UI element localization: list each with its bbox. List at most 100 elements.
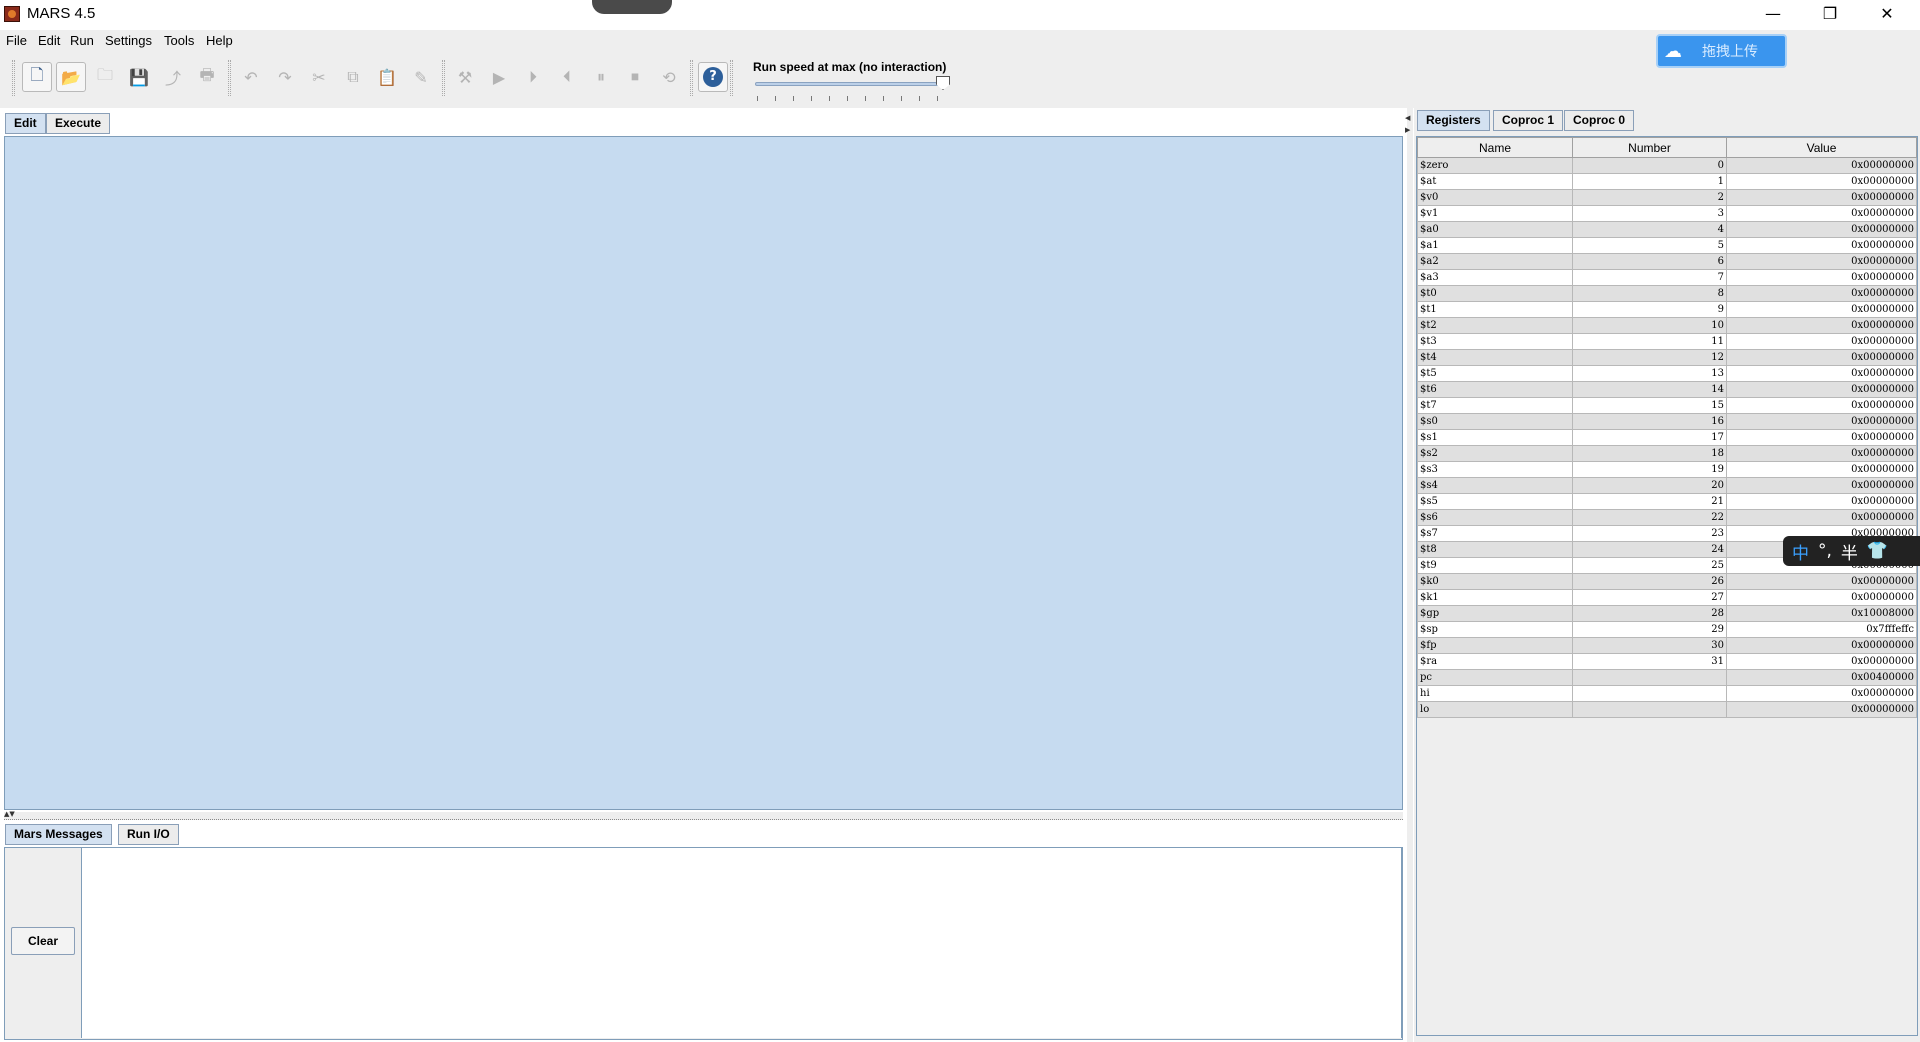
- register-value-cell[interactable]: 0x00000000: [1726, 413, 1917, 430]
- register-value-cell[interactable]: 0x00000000: [1726, 685, 1917, 702]
- divider-collapse-arrows-icon[interactable]: ▲▼: [4, 810, 15, 818]
- ime-chinese-mode-icon[interactable]: 中: [1792, 539, 1809, 564]
- paste-button[interactable]: 📋: [372, 62, 402, 92]
- table-row[interactable]: $s3 19 0x00000000: [1417, 461, 1917, 478]
- tab-coproc-0[interactable]: Coproc 0: [1564, 110, 1635, 131]
- split-arrows-icon[interactable]: ◀ ▶: [1405, 112, 1410, 136]
- register-value-cell[interactable]: 0x00000000: [1726, 397, 1917, 414]
- split-divider[interactable]: [4, 812, 1403, 820]
- table-row[interactable]: $s5 21 0x00000000: [1417, 493, 1917, 510]
- new-file-button[interactable]: 🗋: [22, 62, 52, 92]
- ime-toolbar[interactable]: 中 °, 半 👕: [1783, 536, 1920, 566]
- register-value-cell[interactable]: 0x00000000: [1726, 301, 1917, 318]
- menu-edit[interactable]: Edit: [38, 33, 60, 48]
- assemble-button[interactable]: ⚒: [450, 62, 480, 92]
- menu-run[interactable]: Run: [70, 33, 94, 48]
- table-row[interactable]: pc 0x00400000: [1417, 669, 1917, 686]
- upload-badge[interactable]: ☁ 拖拽上传: [1656, 34, 1787, 68]
- table-row[interactable]: $a1 5 0x00000000: [1417, 237, 1917, 254]
- messages-text-area[interactable]: [81, 848, 1402, 1038]
- table-row[interactable]: $s0 16 0x00000000: [1417, 413, 1917, 430]
- undo-button[interactable]: ↶: [236, 62, 266, 92]
- register-value-cell[interactable]: 0x7fffeffc: [1726, 621, 1917, 638]
- register-value-cell[interactable]: 0x00000000: [1726, 381, 1917, 398]
- tab-execute[interactable]: Execute: [46, 113, 111, 134]
- register-value-cell[interactable]: 0x00000000: [1726, 157, 1917, 174]
- step-button[interactable]: ⏵: [518, 62, 548, 92]
- table-row[interactable]: $t6 14 0x00000000: [1417, 381, 1917, 398]
- table-row[interactable]: $sp 29 0x7fffeffc: [1417, 621, 1917, 638]
- table-row[interactable]: $gp 28 0x10008000: [1417, 605, 1917, 622]
- menu-settings[interactable]: Settings: [105, 33, 152, 48]
- register-value-cell[interactable]: 0x00000000: [1726, 637, 1917, 654]
- table-row[interactable]: $k0 26 0x00000000: [1417, 573, 1917, 590]
- column-header-value[interactable]: Value: [1726, 137, 1917, 158]
- close-file-button[interactable]: 🗀: [90, 62, 120, 92]
- register-value-cell[interactable]: 0x00000000: [1726, 701, 1917, 718]
- cut-button[interactable]: ✂: [304, 62, 334, 92]
- vertical-split-divider[interactable]: [1407, 108, 1413, 1042]
- register-value-cell[interactable]: 0x00000000: [1726, 269, 1917, 286]
- tab-run-io[interactable]: Run I/O: [118, 824, 179, 845]
- table-row[interactable]: $ra 31 0x00000000: [1417, 653, 1917, 670]
- register-value-cell[interactable]: 0x00000000: [1726, 461, 1917, 478]
- table-row[interactable]: $k1 27 0x00000000: [1417, 589, 1917, 606]
- table-row[interactable]: $t5 13 0x00000000: [1417, 365, 1917, 382]
- register-value-cell[interactable]: 0x00000000: [1726, 205, 1917, 222]
- help-button[interactable]: ?: [698, 62, 728, 92]
- print-button[interactable]: 🖶: [192, 62, 222, 92]
- register-value-cell[interactable]: 0x00000000: [1726, 653, 1917, 670]
- register-value-cell[interactable]: 0x00000000: [1726, 573, 1917, 590]
- register-value-cell[interactable]: 0x00000000: [1726, 445, 1917, 462]
- stop-button[interactable]: ⏹: [620, 62, 650, 92]
- table-row[interactable]: $s1 17 0x00000000: [1417, 429, 1917, 446]
- column-header-number[interactable]: Number: [1572, 137, 1727, 158]
- menu-help[interactable]: Help: [206, 33, 233, 48]
- editor-pane[interactable]: [4, 136, 1403, 810]
- table-row[interactable]: $fp 30 0x00000000: [1417, 637, 1917, 654]
- tab-mars-messages[interactable]: Mars Messages: [5, 824, 112, 845]
- register-value-cell[interactable]: 0x00000000: [1726, 253, 1917, 270]
- tab-coproc-1[interactable]: Coproc 1: [1493, 110, 1564, 131]
- tab-edit[interactable]: Edit: [5, 113, 46, 134]
- register-value-cell[interactable]: 0x00000000: [1726, 589, 1917, 606]
- register-value-cell[interactable]: 0x00000000: [1726, 493, 1917, 510]
- minimize-button[interactable]: —: [1744, 0, 1802, 30]
- ime-halfwidth-icon[interactable]: 半: [1841, 539, 1858, 564]
- open-file-button[interactable]: 📂: [56, 62, 86, 92]
- register-value-cell[interactable]: 0x00000000: [1726, 349, 1917, 366]
- table-row[interactable]: $t7 15 0x00000000: [1417, 397, 1917, 414]
- table-row[interactable]: $a3 7 0x00000000: [1417, 269, 1917, 286]
- register-value-cell[interactable]: 0x00000000: [1726, 221, 1917, 238]
- table-row[interactable]: $t4 12 0x00000000: [1417, 349, 1917, 366]
- reset-button[interactable]: ⟲: [654, 62, 684, 92]
- register-value-cell[interactable]: 0x00000000: [1726, 333, 1917, 350]
- table-row[interactable]: $at 1 0x00000000: [1417, 173, 1917, 190]
- register-value-cell[interactable]: 0x00000000: [1726, 189, 1917, 206]
- close-button[interactable]: ✕: [1858, 0, 1916, 30]
- register-value-cell[interactable]: 0x00000000: [1726, 365, 1917, 382]
- run-speed-slider-track[interactable]: [755, 82, 943, 86]
- table-row[interactable]: $a0 4 0x00000000: [1417, 221, 1917, 238]
- run-speed-slider-thumb[interactable]: [936, 76, 950, 90]
- register-value-cell[interactable]: 0x00000000: [1726, 317, 1917, 334]
- restore-button[interactable]: ❐: [1801, 0, 1859, 30]
- register-value-cell[interactable]: 0x00000000: [1726, 477, 1917, 494]
- menu-file[interactable]: File: [6, 33, 27, 48]
- ime-punctuation-icon[interactable]: °,: [1818, 541, 1832, 561]
- register-value-cell[interactable]: 0x00000000: [1726, 509, 1917, 526]
- table-row[interactable]: $t2 10 0x00000000: [1417, 317, 1917, 334]
- table-row[interactable]: $s4 20 0x00000000: [1417, 477, 1917, 494]
- table-row[interactable]: lo 0x00000000: [1417, 701, 1917, 718]
- column-header-name[interactable]: Name: [1417, 137, 1573, 158]
- register-value-cell[interactable]: 0x00000000: [1726, 173, 1917, 190]
- register-value-cell[interactable]: 0x00000000: [1726, 285, 1917, 302]
- register-value-cell[interactable]: 0x00400000: [1726, 669, 1917, 686]
- backstep-button[interactable]: ⏴: [552, 62, 582, 92]
- copy-button[interactable]: ⧉: [338, 62, 368, 92]
- menu-tools[interactable]: Tools: [164, 33, 194, 48]
- run-button[interactable]: ▶: [484, 62, 514, 92]
- redo-button[interactable]: ↷: [270, 62, 300, 92]
- table-row[interactable]: $a2 6 0x00000000: [1417, 253, 1917, 270]
- table-row[interactable]: $s2 18 0x00000000: [1417, 445, 1917, 462]
